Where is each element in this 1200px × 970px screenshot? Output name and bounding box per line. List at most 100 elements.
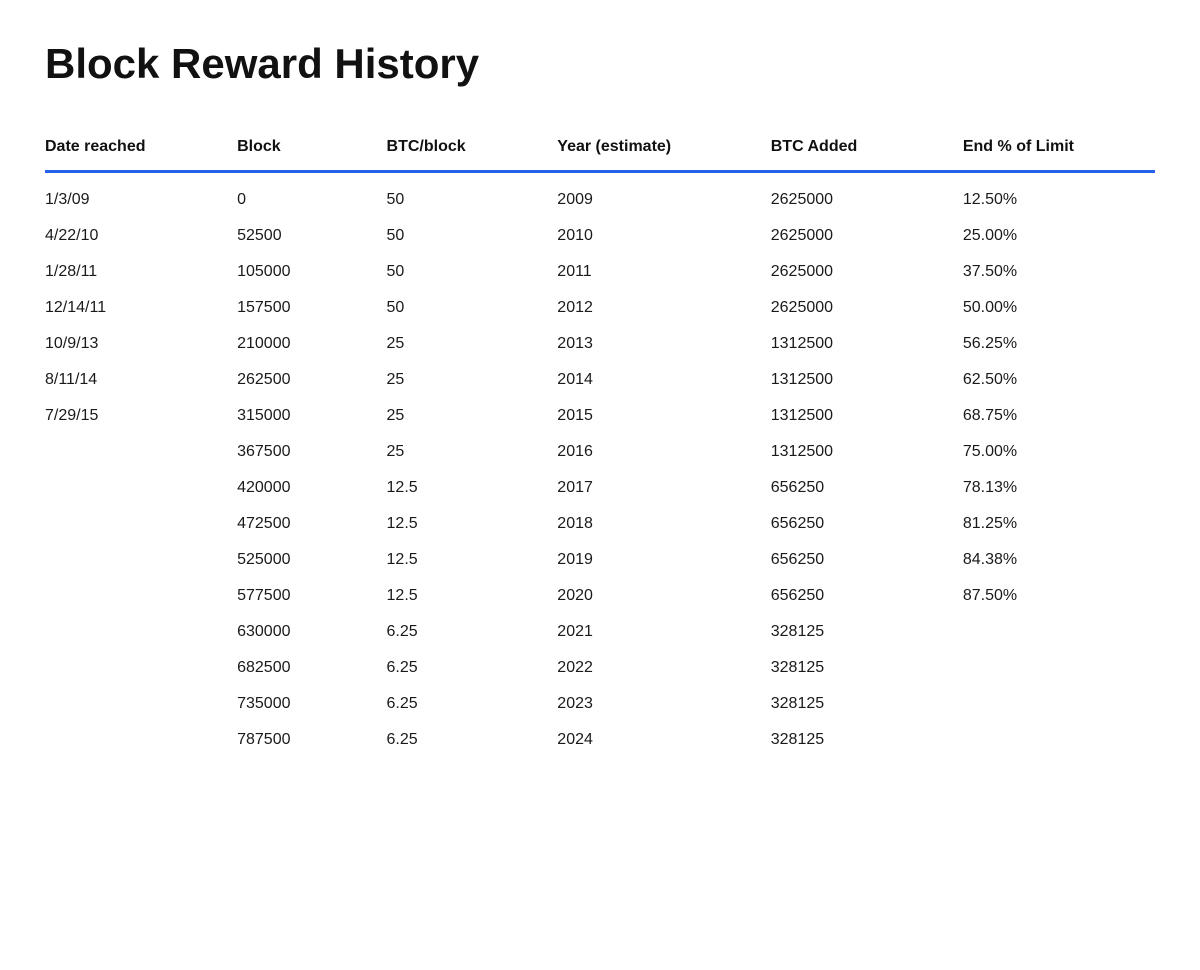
cell-date bbox=[45, 686, 237, 722]
block-reward-table: Date reached Block BTC/block Year (estim… bbox=[45, 128, 1155, 758]
cell-block: 682500 bbox=[237, 650, 386, 686]
cell-btcblock: 50 bbox=[387, 172, 558, 219]
cell-endpct: 62.50% bbox=[963, 362, 1155, 398]
cell-btcadded: 1312500 bbox=[771, 398, 963, 434]
cell-block: 262500 bbox=[237, 362, 386, 398]
cell-btcblock: 25 bbox=[387, 326, 558, 362]
table-row: 367500252016131250075.00% bbox=[45, 434, 1155, 470]
cell-btcblock: 6.25 bbox=[387, 650, 558, 686]
table-row: 4/22/1052500502010262500025.00% bbox=[45, 218, 1155, 254]
cell-year: 2016 bbox=[557, 434, 770, 470]
table-row: 6300006.252021328125 bbox=[45, 614, 1155, 650]
cell-endpct: 84.38% bbox=[963, 542, 1155, 578]
cell-date: 1/28/11 bbox=[45, 254, 237, 290]
cell-btcblock: 25 bbox=[387, 362, 558, 398]
cell-year: 2021 bbox=[557, 614, 770, 650]
cell-date bbox=[45, 614, 237, 650]
cell-btcblock: 6.25 bbox=[387, 686, 558, 722]
cell-year: 2014 bbox=[557, 362, 770, 398]
cell-endpct: 25.00% bbox=[963, 218, 1155, 254]
cell-block: 787500 bbox=[237, 722, 386, 758]
cell-block: 0 bbox=[237, 172, 386, 219]
cell-year: 2009 bbox=[557, 172, 770, 219]
cell-btcadded: 1312500 bbox=[771, 326, 963, 362]
cell-year: 2010 bbox=[557, 218, 770, 254]
cell-block: 735000 bbox=[237, 686, 386, 722]
table-header-row: Date reached Block BTC/block Year (estim… bbox=[45, 128, 1155, 172]
cell-year: 2015 bbox=[557, 398, 770, 434]
cell-btcadded: 328125 bbox=[771, 722, 963, 758]
table-row: 1/3/090502009262500012.50% bbox=[45, 172, 1155, 219]
table-row: 1/28/11105000502011262500037.50% bbox=[45, 254, 1155, 290]
cell-block: 577500 bbox=[237, 578, 386, 614]
table-row: 7875006.252024328125 bbox=[45, 722, 1155, 758]
cell-btcadded: 2625000 bbox=[771, 290, 963, 326]
cell-endpct bbox=[963, 614, 1155, 650]
cell-endpct: 75.00% bbox=[963, 434, 1155, 470]
cell-year: 2022 bbox=[557, 650, 770, 686]
cell-endpct: 81.25% bbox=[963, 506, 1155, 542]
cell-btcblock: 25 bbox=[387, 398, 558, 434]
cell-btcadded: 328125 bbox=[771, 614, 963, 650]
table-row: 12/14/11157500502012262500050.00% bbox=[45, 290, 1155, 326]
cell-date bbox=[45, 650, 237, 686]
cell-endpct: 68.75% bbox=[963, 398, 1155, 434]
page-title: Block Reward History bbox=[45, 40, 1155, 88]
cell-endpct: 12.50% bbox=[963, 172, 1155, 219]
cell-date: 1/3/09 bbox=[45, 172, 237, 219]
table-row: 10/9/13210000252013131250056.25% bbox=[45, 326, 1155, 362]
cell-date bbox=[45, 434, 237, 470]
cell-date: 7/29/15 bbox=[45, 398, 237, 434]
cell-btcblock: 50 bbox=[387, 290, 558, 326]
cell-year: 2019 bbox=[557, 542, 770, 578]
cell-year: 2017 bbox=[557, 470, 770, 506]
cell-endpct bbox=[963, 686, 1155, 722]
cell-btcadded: 328125 bbox=[771, 650, 963, 686]
cell-date bbox=[45, 470, 237, 506]
col-header-date: Date reached bbox=[45, 128, 237, 172]
cell-endpct: 78.13% bbox=[963, 470, 1155, 506]
cell-btcblock: 6.25 bbox=[387, 722, 558, 758]
cell-block: 52500 bbox=[237, 218, 386, 254]
col-header-endpct: End % of Limit bbox=[963, 128, 1155, 172]
cell-btcblock: 12.5 bbox=[387, 470, 558, 506]
cell-date bbox=[45, 506, 237, 542]
cell-block: 367500 bbox=[237, 434, 386, 470]
cell-block: 315000 bbox=[237, 398, 386, 434]
col-header-block: Block bbox=[237, 128, 386, 172]
cell-endpct: 56.25% bbox=[963, 326, 1155, 362]
cell-block: 420000 bbox=[237, 470, 386, 506]
col-header-btcadded: BTC Added bbox=[771, 128, 963, 172]
cell-btcblock: 50 bbox=[387, 218, 558, 254]
cell-block: 157500 bbox=[237, 290, 386, 326]
cell-btcadded: 1312500 bbox=[771, 434, 963, 470]
cell-endpct: 87.50% bbox=[963, 578, 1155, 614]
cell-year: 2023 bbox=[557, 686, 770, 722]
cell-block: 630000 bbox=[237, 614, 386, 650]
cell-endpct bbox=[963, 650, 1155, 686]
cell-date bbox=[45, 578, 237, 614]
cell-block: 105000 bbox=[237, 254, 386, 290]
table-row: 57750012.5202065625087.50% bbox=[45, 578, 1155, 614]
cell-year: 2011 bbox=[557, 254, 770, 290]
table-row: 47250012.5201865625081.25% bbox=[45, 506, 1155, 542]
cell-btcblock: 12.5 bbox=[387, 578, 558, 614]
cell-date bbox=[45, 722, 237, 758]
cell-endpct bbox=[963, 722, 1155, 758]
cell-endpct: 50.00% bbox=[963, 290, 1155, 326]
cell-block: 210000 bbox=[237, 326, 386, 362]
table-row: 7350006.252023328125 bbox=[45, 686, 1155, 722]
cell-date bbox=[45, 542, 237, 578]
cell-btcblock: 25 bbox=[387, 434, 558, 470]
cell-btcadded: 2625000 bbox=[771, 254, 963, 290]
cell-btcadded: 656250 bbox=[771, 542, 963, 578]
col-header-btcblock: BTC/block bbox=[387, 128, 558, 172]
cell-endpct: 37.50% bbox=[963, 254, 1155, 290]
cell-block: 525000 bbox=[237, 542, 386, 578]
cell-btcadded: 656250 bbox=[771, 470, 963, 506]
cell-btcblock: 50 bbox=[387, 254, 558, 290]
cell-year: 2013 bbox=[557, 326, 770, 362]
cell-btcadded: 1312500 bbox=[771, 362, 963, 398]
cell-btcadded: 656250 bbox=[771, 578, 963, 614]
cell-year: 2018 bbox=[557, 506, 770, 542]
